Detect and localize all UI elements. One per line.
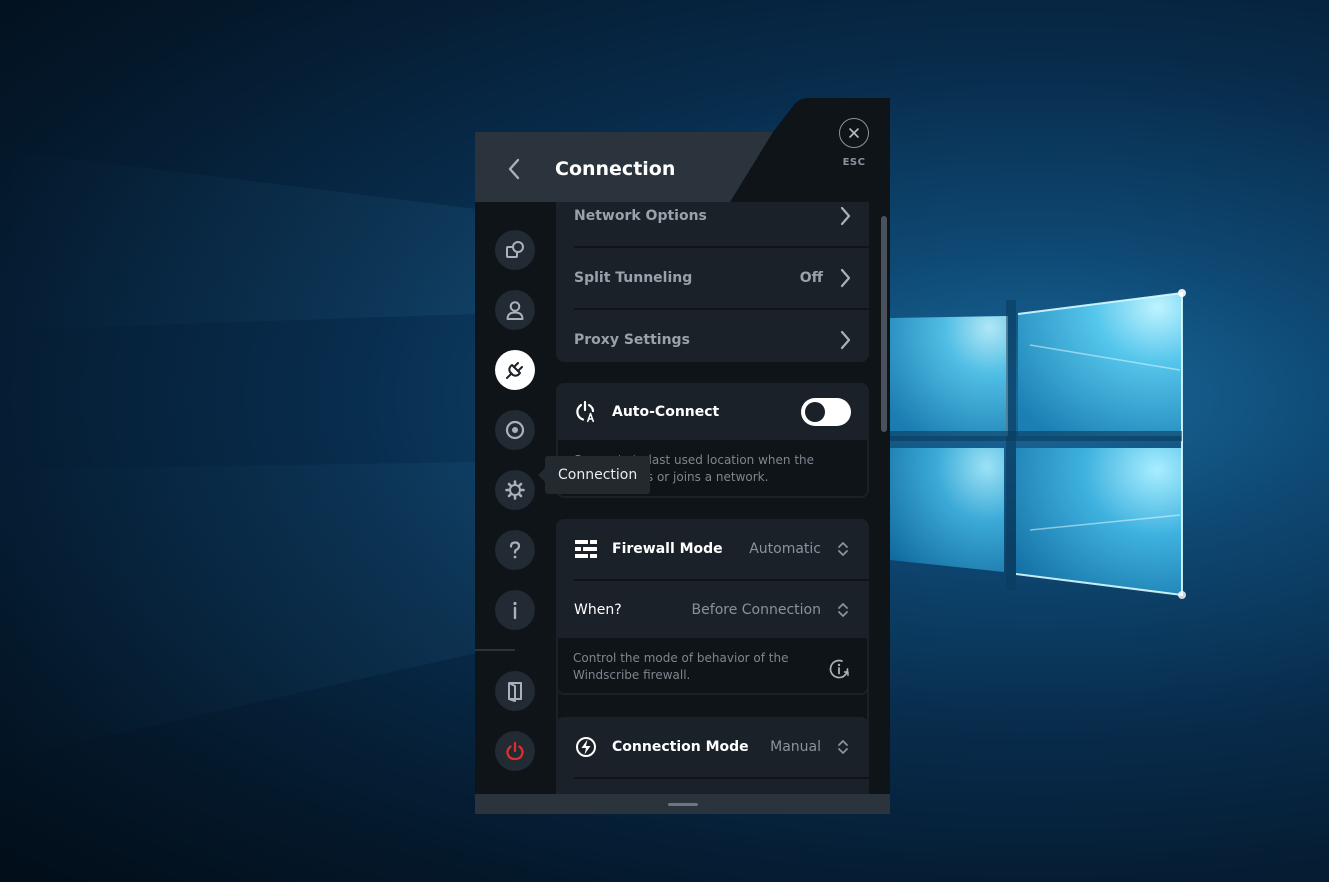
auto-connect-toggle[interactable] [801, 397, 851, 426]
esc-label: ESC [842, 157, 866, 168]
toggle-knob [805, 401, 825, 422]
split-tunneling-value: Off [799, 270, 823, 286]
sidebar-item-logout[interactable] [495, 671, 535, 711]
header-background [475, 98, 890, 208]
sidebar-item-help[interactable] [495, 530, 535, 570]
sidebar-item-account[interactable] [495, 290, 535, 330]
sidebar-item-quit[interactable] [495, 731, 535, 771]
info-icon [513, 601, 517, 620]
updown-chevron-icon[interactable] [835, 539, 851, 559]
connection-mode-value[interactable]: Manual [770, 739, 821, 755]
row-divider [574, 777, 869, 779]
network-options-label: Network Options [574, 208, 707, 224]
sidebar-item-connection[interactable] [495, 350, 535, 390]
question-icon [509, 541, 521, 559]
windscribe-preferences-window: Connection ESC Network Options Split Tun… [475, 98, 890, 814]
door-exit-icon [508, 682, 522, 702]
firewall-mode-row: Firewall Mode Automatic [556, 519, 869, 579]
page-title: Connection [555, 158, 676, 180]
proxy-settings-row[interactable]: Proxy Settings [556, 310, 869, 370]
chevron-right-icon [833, 268, 851, 288]
auto-connect-row: Auto-Connect [556, 383, 869, 440]
connection-settings-content: Network Options Split Tunneling Off Prox… [555, 202, 890, 794]
gear-icon [505, 480, 525, 500]
firewall-when-value[interactable]: Before Connection [692, 602, 821, 618]
preferences-shapes-icon [506, 241, 524, 258]
sidebar-item-advanced[interactable] [495, 470, 535, 510]
auto-connect-row-inner: Auto-Connect [556, 383, 869, 440]
plug-icon [506, 362, 523, 379]
firewall-mode-value[interactable]: Automatic [749, 541, 821, 557]
firewall-brick-icon [572, 535, 600, 563]
firewall-rows: Firewall Mode Automatic When? Before Con… [556, 519, 869, 638]
auto-connect-label: Auto-Connect [612, 403, 720, 420]
firewall-description: Control the mode of behavior of the Wind… [573, 651, 789, 682]
power-auto-icon [572, 398, 600, 426]
user-icon [506, 301, 524, 320]
firewall-mode-label: Firewall Mode [612, 541, 723, 557]
window-footer [475, 794, 890, 814]
sidebar-divider [475, 649, 515, 651]
preferences-sidebar [475, 202, 555, 794]
sidebar-item-general[interactable] [495, 230, 535, 270]
sidebar-item-robert[interactable] [495, 410, 535, 450]
network-options-card: Network Options Split Tunneling Off Prox… [556, 202, 869, 362]
back-button[interactable] [497, 150, 531, 188]
info-link-icon[interactable] [828, 658, 850, 680]
close-icon [839, 118, 869, 148]
resize-grip-handle[interactable] [667, 802, 698, 806]
preferences-body: Network Options Split Tunneling Off Prox… [475, 202, 890, 794]
firewall-when-label: When? [574, 601, 622, 618]
lightning-icon [572, 733, 600, 761]
sidebar-tooltip: Connection [537, 456, 651, 494]
network-options-row[interactable]: Network Options [556, 202, 869, 246]
updown-chevron-icon[interactable] [835, 737, 851, 757]
connection-mode-row: Connection Mode Manual [556, 717, 869, 777]
esc-close-button[interactable]: ESC [837, 118, 871, 174]
chevron-right-icon [833, 206, 851, 226]
connection-mode-card: Connection Mode Manual [556, 717, 869, 794]
updown-chevron-icon[interactable] [835, 600, 851, 620]
sidebar-item-about[interactable] [495, 590, 535, 630]
chevron-left-icon [508, 158, 520, 180]
connection-mode-label: Connection Mode [612, 739, 749, 755]
power-icon [506, 741, 524, 761]
firewall-when-row: When? Before Connection [556, 581, 869, 638]
proxy-settings-label: Proxy Settings [574, 332, 690, 348]
split-tunneling-label: Split Tunneling [574, 270, 693, 286]
target-icon [505, 420, 525, 440]
split-tunneling-row[interactable]: Split Tunneling Off [556, 248, 869, 308]
chevron-right-icon [833, 330, 851, 350]
scrollbar-thumb[interactable] [881, 216, 887, 432]
